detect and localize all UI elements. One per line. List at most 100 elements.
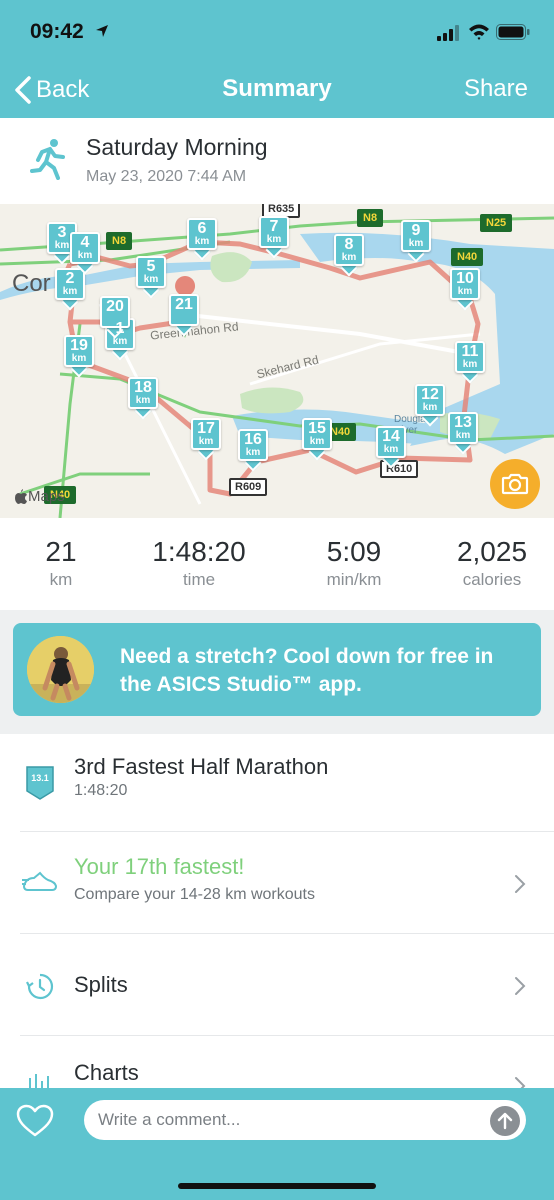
km-marker-5: 5 km — [136, 256, 166, 299]
wifi-icon — [469, 24, 489, 40]
achievement-title: 3rd Fastest Half Marathon — [74, 754, 329, 779]
km-marker-13: 13 km — [448, 412, 478, 455]
workout-stats: 21 km 1:48:20 time 5:09 min/km 2,025 cal… — [0, 518, 554, 610]
km-marker-unit: km — [266, 234, 282, 245]
send-comment-button[interactable] — [490, 1106, 520, 1136]
stat-distance-label: km — [49, 570, 73, 589]
apple-logo-icon — [15, 488, 27, 504]
status-bar: 09:42 — [0, 0, 554, 64]
km-marker-9: 9 km — [401, 220, 431, 263]
stat-distance: 21 km — [30, 536, 92, 590]
comment-input[interactable]: Write a comment... — [84, 1100, 526, 1140]
stat-calories-label: calories — [462, 570, 522, 589]
km-marker-unit: km — [455, 430, 471, 441]
half-marathon-badge-icon: 13.1 — [26, 766, 54, 800]
km-marker-number: 2 — [65, 270, 75, 287]
bar-chart-icon — [29, 1074, 49, 1088]
stat-time: 1:48:20 time — [139, 536, 259, 590]
km-marker-16: 16 km — [238, 429, 268, 472]
splits-row[interactable]: Splits — [0, 934, 554, 1036]
km-marker-14: 14 km — [376, 426, 406, 469]
achievement-subtitle: 1:48:20 — [74, 782, 128, 799]
km-marker-unit: km — [309, 436, 325, 447]
km-marker-number: 20 — [106, 298, 124, 315]
heart-icon[interactable] — [16, 1104, 54, 1138]
chevron-right-icon — [515, 1077, 526, 1088]
camera-icon — [501, 473, 529, 495]
road-label-n40-east: N40 — [451, 248, 484, 266]
home-indicator — [178, 1183, 376, 1189]
km-marker-21: 21 — [169, 294, 199, 337]
stopwatch-icon — [26, 973, 54, 1000]
km-marker-number: 21 — [175, 296, 193, 313]
km-marker-number: 9 — [411, 222, 421, 239]
km-marker-8: 8 km — [334, 234, 364, 277]
km-marker-unit: km — [198, 436, 214, 447]
km-marker-unit: km — [77, 250, 93, 261]
km-marker-unit: km — [135, 395, 151, 406]
stat-pace-value: 5:09 — [326, 536, 382, 567]
maps-attribution: Maps — [14, 488, 65, 505]
km-marker-1: 1 km — [105, 318, 135, 361]
road-label-n25: N25 — [480, 214, 513, 232]
km-marker-number: 10 — [456, 270, 474, 287]
navigation-bar: Back Summary Share — [0, 64, 554, 118]
stat-time-label: time — [182, 570, 216, 589]
km-marker-number: 6 — [197, 220, 207, 237]
cellular-signal-icon — [437, 25, 459, 41]
km-marker-unit: km — [245, 447, 261, 458]
stat-time-value: 1:48:20 — [152, 536, 246, 567]
km-marker-2: 2 km — [55, 268, 85, 311]
km-marker-number: 13 — [454, 414, 472, 431]
map-city-label: Cor — [12, 270, 51, 297]
km-marker-number: 15 — [308, 420, 326, 437]
km-marker-unit: km — [383, 444, 399, 455]
km-marker-unit: km — [194, 236, 210, 247]
arrow-up-icon — [497, 1112, 513, 1130]
stat-distance-value: 21 — [45, 536, 77, 567]
charts-row[interactable]: Charts — [0, 1036, 554, 1088]
stat-pace: 5:09 min/km — [304, 536, 404, 590]
route-map[interactable]: R635 N8 N8 N25 N40 N40 R609 R610 N40 Cor… — [0, 204, 554, 518]
road-label-n8: N8 — [106, 232, 133, 250]
stretching-person-icon — [27, 636, 94, 703]
km-marker-unit: km — [112, 336, 128, 347]
km-marker-unit: km — [457, 286, 473, 297]
km-marker-7: 7 km — [259, 216, 289, 259]
km-marker-4: 4 km — [70, 232, 100, 275]
achievement-row: 13.1 3rd Fastest Half Marathon 1:48:20 — [0, 734, 554, 832]
km-marker-unit: km — [422, 402, 438, 413]
top-header: 09:42 Back Summary Share — [0, 0, 554, 118]
comment-placeholder: Write a comment... — [98, 1110, 241, 1129]
km-marker-15: 15 km — [302, 418, 332, 461]
km-marker-unit: km — [408, 238, 424, 249]
activity-header: Saturday Morning May 23, 2020 7:44 AM — [0, 118, 554, 204]
km-marker-unit: km — [462, 359, 478, 370]
stat-pace-label: min/km — [326, 570, 382, 589]
compare-subtitle: Compare your 14-28 km workouts — [74, 886, 315, 903]
km-marker-11: 11 km — [455, 341, 485, 384]
compare-workouts-row[interactable]: Your 17th fastest! Compare your 14-28 km… — [0, 832, 554, 934]
badge-label: 13.1 — [31, 773, 49, 783]
km-marker-18: 18 km — [128, 377, 158, 420]
share-button[interactable]: Share — [464, 75, 528, 103]
stretch-avatar-image — [27, 636, 94, 703]
promo-text: Need a stretch? Cool down for free in th… — [120, 645, 494, 696]
km-marker-unit: km — [62, 286, 78, 297]
km-marker-17: 17 km — [191, 418, 221, 461]
camera-button[interactable] — [490, 459, 540, 509]
location-arrow-icon — [96, 25, 108, 37]
km-marker-number: 7 — [269, 218, 279, 235]
km-marker-number: 18 — [134, 379, 152, 396]
battery-icon — [496, 24, 530, 40]
km-marker-number: 14 — [382, 428, 400, 445]
activity-title: Saturday Morning — [86, 134, 268, 160]
activity-date: May 23, 2020 7:44 AM — [86, 168, 247, 185]
road-label-r609: R609 — [229, 478, 268, 496]
chevron-right-icon — [515, 977, 526, 995]
km-marker-number: 12 — [421, 386, 439, 403]
running-shoe-icon — [22, 871, 58, 891]
km-marker-number: 8 — [344, 236, 354, 253]
runner-icon — [30, 139, 65, 180]
asics-studio-promo-banner[interactable]: Need a stretch? Cool down for free in th… — [13, 623, 541, 716]
